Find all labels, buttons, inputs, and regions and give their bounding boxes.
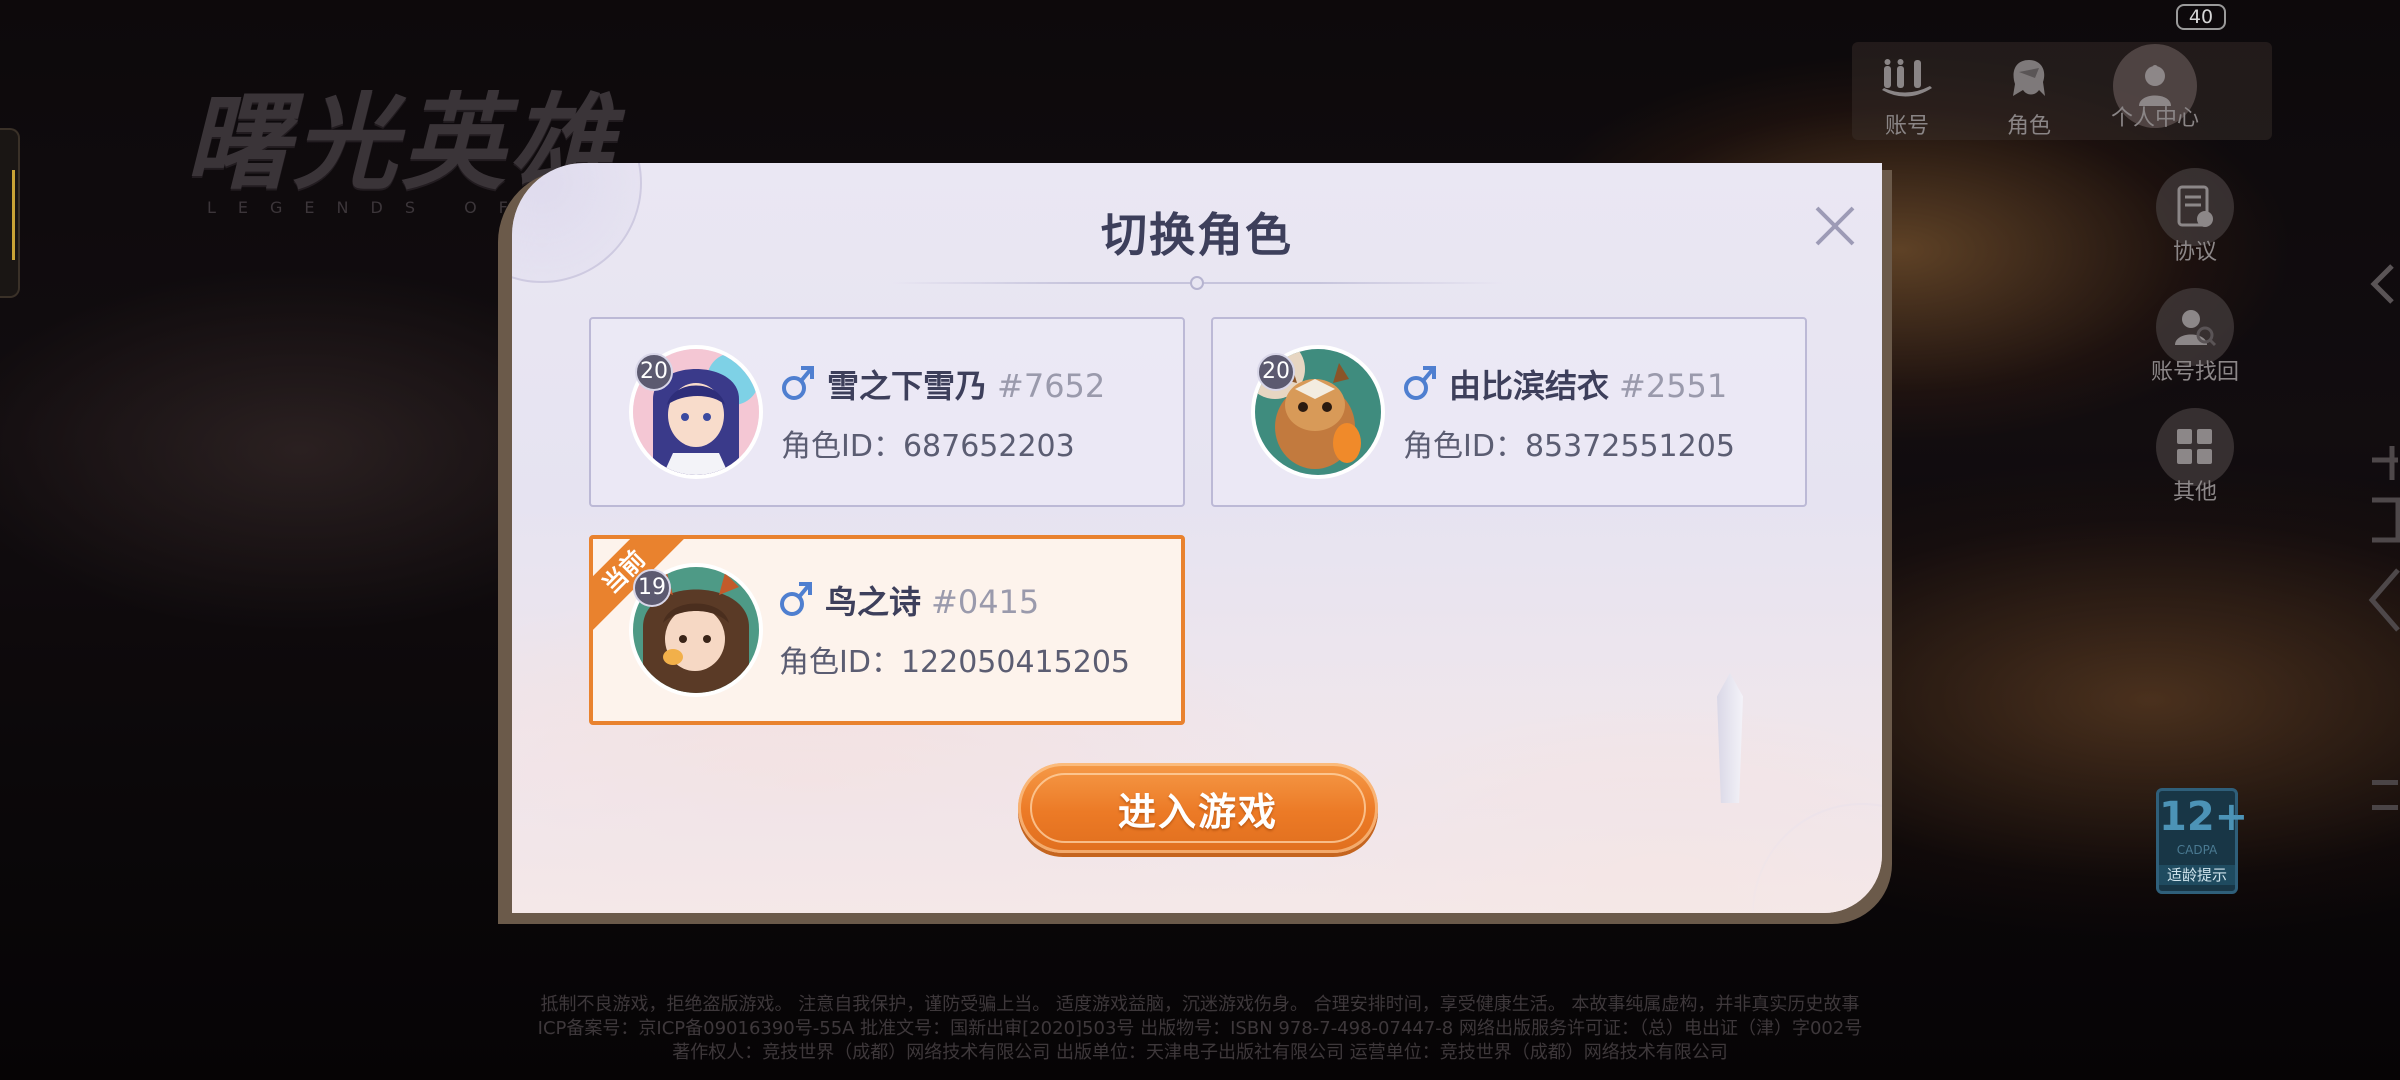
side-other[interactable]: 其他: [2140, 408, 2250, 506]
enter-game-label: 进入游戏: [1117, 789, 1278, 834]
role-card-3-current[interactable]: 当前 19 鸟之诗 #0415 角色ID：122050415205: [589, 535, 1185, 725]
male-icon: [781, 363, 815, 403]
edge-side-glyph-icon: [2362, 440, 2400, 640]
role-name-text: 雪之下雪乃: [827, 367, 988, 405]
male-icon: [1403, 363, 1437, 403]
footer-line-1: 抵制不良游戏，拒绝盗版游戏。 注意自我保护，谨防受骗上当。 适度游戏益脑，沉迷游…: [540, 994, 1860, 1015]
nav-profile-label: 个人中心: [2110, 106, 2199, 131]
role-tag: #0415: [931, 583, 1040, 621]
crystal-tower-decoration: [1717, 673, 1743, 803]
nav-character-label: 角色: [2006, 114, 2051, 139]
age-rating-badge[interactable]: 12+ CADPA 适龄提示: [2156, 788, 2249, 894]
close-icon: [1815, 206, 1855, 246]
role-name: 鸟之诗 #0415: [825, 577, 1039, 623]
nav-account[interactable]: 账号: [1862, 52, 1952, 140]
footer-line-2: ICP备案号：京ICP备09016390号-55A 批准文号：国新出审[2020…: [537, 1018, 1863, 1039]
top-nav: 账号 角色 个人中心: [1852, 42, 2272, 140]
age-rating-tip: 适龄提示: [2159, 865, 2235, 885]
role-id: 角色ID：122050415205: [779, 637, 1130, 681]
role-id: 角色ID：687652203: [781, 421, 1075, 465]
nav-profile[interactable]: 个人中心: [2110, 44, 2200, 132]
role-card-1[interactable]: 20 雪之下雪乃 #7652 角色ID：687652203: [589, 317, 1185, 507]
account-icon: [1879, 52, 1935, 108]
nav-character[interactable]: 角色: [1984, 52, 2074, 140]
enter-game-button[interactable]: 进入游戏: [1018, 763, 1378, 853]
role-tag: #7652: [997, 367, 1106, 405]
role-name-text: 鸟之诗: [825, 583, 922, 621]
left-edge-tab[interactable]: [0, 128, 20, 298]
side-agreement[interactable]: 协议: [2140, 168, 2250, 266]
role-id-value: 687652203: [902, 429, 1075, 464]
battery-indicator: 40: [2176, 4, 2226, 30]
role-id-prefix: 角色ID：: [781, 429, 903, 464]
role-id-value: 122050415205: [900, 645, 1130, 680]
side-other-label: 其他: [2172, 480, 2217, 505]
role-id-value: 85372551205: [1524, 429, 1735, 464]
role-id-prefix: 角色ID：: [779, 645, 901, 680]
role-card-2[interactable]: 20 由比滨结衣 #2551 角色ID：85372551205: [1211, 317, 1807, 507]
footer-line-3: 著作权人：竞技世界（成都）网络技术有限公司 出版单位：天津电子出版社有限公司 运…: [672, 1042, 1728, 1063]
close-button[interactable]: [1810, 201, 1860, 251]
age-rating-number: 12+: [2159, 794, 2249, 840]
role-tag: #2551: [1619, 367, 1728, 405]
side-agreement-label: 协议: [2172, 240, 2217, 265]
nav-account-label: 账号: [1884, 114, 1929, 139]
side-account-recovery[interactable]: 账号找回: [2140, 288, 2250, 386]
role-name: 雪之下雪乃 #7652: [827, 361, 1105, 407]
side-account-recovery-label: 账号找回: [2150, 360, 2239, 385]
level-badge: 19: [633, 569, 671, 607]
switch-role-dialog: 切换角色 20 雪之下雪乃 #7652 角色ID：687652203 20 由比…: [512, 163, 1882, 913]
footer-disclaimer: 抵制不良游戏，拒绝盗版游戏。 注意自我保护，谨防受骗上当。 适度游戏益脑，沉迷游…: [380, 993, 2020, 1065]
level-badge: 20: [1257, 353, 1295, 391]
role-id-prefix: 角色ID：: [1403, 429, 1525, 464]
dialog-title: 切换角色: [1101, 208, 1293, 262]
chevron-left-icon[interactable]: [2368, 262, 2396, 316]
title-divider-dot: [1190, 276, 1204, 290]
character-icon: [2001, 52, 2057, 108]
role-id: 角色ID：85372551205: [1403, 421, 1735, 465]
role-name-text: 由比滨结衣: [1449, 367, 1610, 405]
age-rating-org: CADPA: [2176, 843, 2218, 857]
role-name: 由比滨结衣 #2551: [1449, 361, 1727, 407]
male-icon: [779, 579, 813, 619]
level-badge: 20: [635, 353, 673, 391]
menu-bars-icon[interactable]: [2372, 780, 2398, 810]
